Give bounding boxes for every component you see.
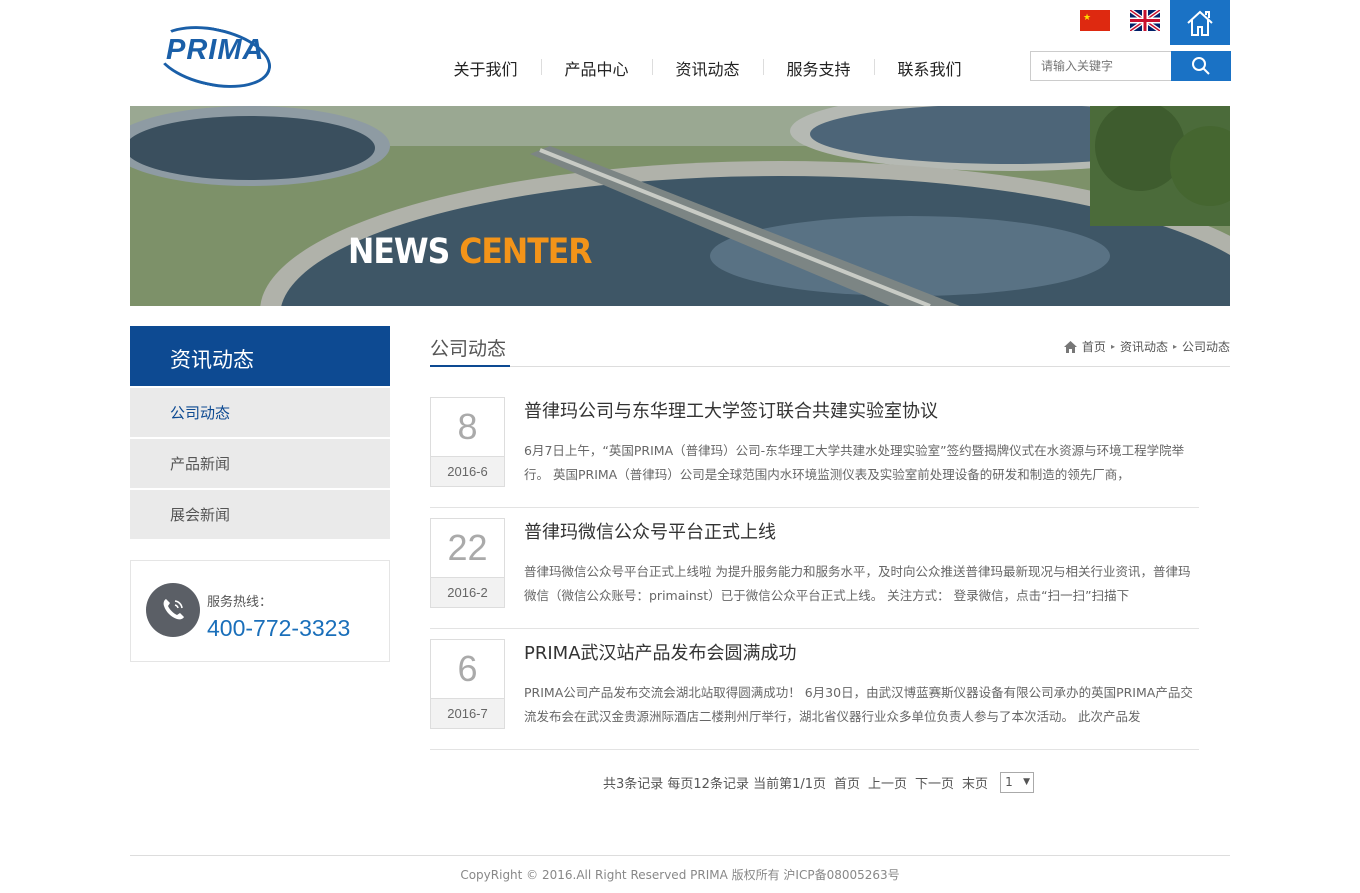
date-day: 6	[431, 640, 504, 698]
service-hotline-box: 服务热线： 400-772-3323	[130, 560, 390, 662]
search-button[interactable]	[1171, 51, 1231, 81]
title-divider	[430, 366, 1230, 367]
pagination-summary: 共3条记录 每页12条记录 当前第1/1页	[603, 777, 826, 792]
home-button[interactable]	[1170, 0, 1230, 45]
sidebar-heading: 资讯动态	[130, 326, 390, 386]
news-center-banner: NEWS CENTER	[130, 106, 1230, 306]
prev-page-link[interactable]: 上一页	[868, 773, 907, 792]
date-year-month: 2016-2	[431, 577, 504, 607]
news-title[interactable]: PRIMA武汉站产品发布会圆满成功	[524, 639, 797, 665]
page-select-value: 1	[1005, 775, 1013, 789]
nav-about[interactable]: 关于我们	[430, 50, 541, 84]
breadcrumb: 首页 ▸ 资讯动态 ▸ 公司动态	[1063, 338, 1230, 355]
footer-copyright: CopyRight © 2016.All Right Reserved PRIM…	[460, 868, 900, 882]
sidebar-item-exhibition-news[interactable]: 展会新闻	[130, 490, 390, 539]
banner-image	[130, 106, 1230, 306]
breadcrumb-current[interactable]: 公司动态	[1182, 338, 1230, 355]
search-box	[1030, 51, 1231, 81]
banner-title: NEWS CENTER	[348, 232, 593, 272]
uk-flag-icon[interactable]	[1130, 10, 1160, 31]
banner-title-orange: CENTER	[459, 232, 592, 272]
page-select[interactable]: 1	[1000, 772, 1035, 793]
nav-news[interactable]: 资讯动态	[652, 50, 763, 84]
title-underline	[430, 365, 510, 367]
breadcrumb-separator-icon: ▸	[1172, 342, 1177, 351]
date-day: 22	[431, 519, 504, 577]
hotline-number: 400-772-3323	[207, 615, 351, 641]
nav-products[interactable]: 产品中心	[541, 50, 652, 84]
date-box: 6 2016-7	[430, 639, 505, 729]
news-summary: 6月7日上午，“英国PRIMA（普律玛）公司-东华理工大学共建水处理实验室”签约…	[524, 443, 1185, 482]
news-summary: PRIMA公司产品发布交流会湖北站取得圆满成功！ 6月30日，由武汉博蓝赛斯仪器…	[524, 685, 1193, 724]
search-input[interactable]	[1031, 52, 1171, 80]
sidebar-item-product-news[interactable]: 产品新闻	[130, 439, 390, 488]
date-year-month: 2016-7	[431, 698, 504, 728]
news-item: 6 2016-7 PRIMA武汉站产品发布会圆满成功 PRIMA公司产品发布交流…	[430, 639, 1199, 750]
news-title[interactable]: 普律玛微信公众号平台正式上线	[524, 518, 776, 544]
sidebar-item-company-news[interactable]: 公司动态	[130, 388, 390, 437]
china-flag-icon[interactable]: ★	[1080, 10, 1110, 31]
phone-icon	[146, 583, 200, 637]
page-title: 公司动态	[430, 338, 507, 360]
home-small-icon	[1063, 340, 1077, 353]
date-box: 8 2016-6	[430, 397, 505, 487]
pagination: 共3条记录 每页12条记录 当前第1/1页 首页 上一页 下一页 末页 1	[603, 772, 1035, 793]
prima-logo[interactable]: PRIMA	[149, 16, 277, 98]
nav-support[interactable]: 服务支持	[763, 50, 874, 84]
breadcrumb-home[interactable]: 首页	[1082, 338, 1106, 355]
news-summary: 普律玛微信公众号平台正式上线啦 为提升服务能力和服务水平，及时向公众推送普律玛最…	[524, 564, 1191, 603]
news-item: 22 2016-2 普律玛微信公众号平台正式上线 普律玛微信公众号平台正式上线啦…	[430, 518, 1199, 629]
banner-title-white: NEWS	[348, 232, 450, 272]
main-nav: 关于我们 产品中心 资讯动态 服务支持 联系我们	[430, 50, 985, 84]
logo-text: PRIMA	[166, 34, 265, 66]
breadcrumb-news[interactable]: 资讯动态	[1120, 338, 1168, 355]
news-title[interactable]: 普律玛公司与东华理工大学签订联合共建实验室协议	[524, 397, 938, 423]
hotline-label: 服务热线：	[207, 595, 273, 610]
breadcrumb-separator-icon: ▸	[1110, 342, 1115, 351]
last-page-link[interactable]: 末页	[962, 773, 988, 792]
date-box: 22 2016-2	[430, 518, 505, 608]
first-page-link[interactable]: 首页	[834, 773, 860, 792]
date-year-month: 2016-6	[431, 456, 504, 486]
home-icon	[1187, 10, 1213, 36]
next-page-link[interactable]: 下一页	[915, 773, 954, 792]
nav-contact[interactable]: 联系我们	[874, 50, 985, 84]
news-item: 8 2016-6 普律玛公司与东华理工大学签订联合共建实验室协议 6月7日上午，…	[430, 397, 1199, 508]
footer-divider	[130, 855, 1230, 856]
search-icon	[1192, 57, 1210, 75]
date-day: 8	[431, 398, 504, 456]
